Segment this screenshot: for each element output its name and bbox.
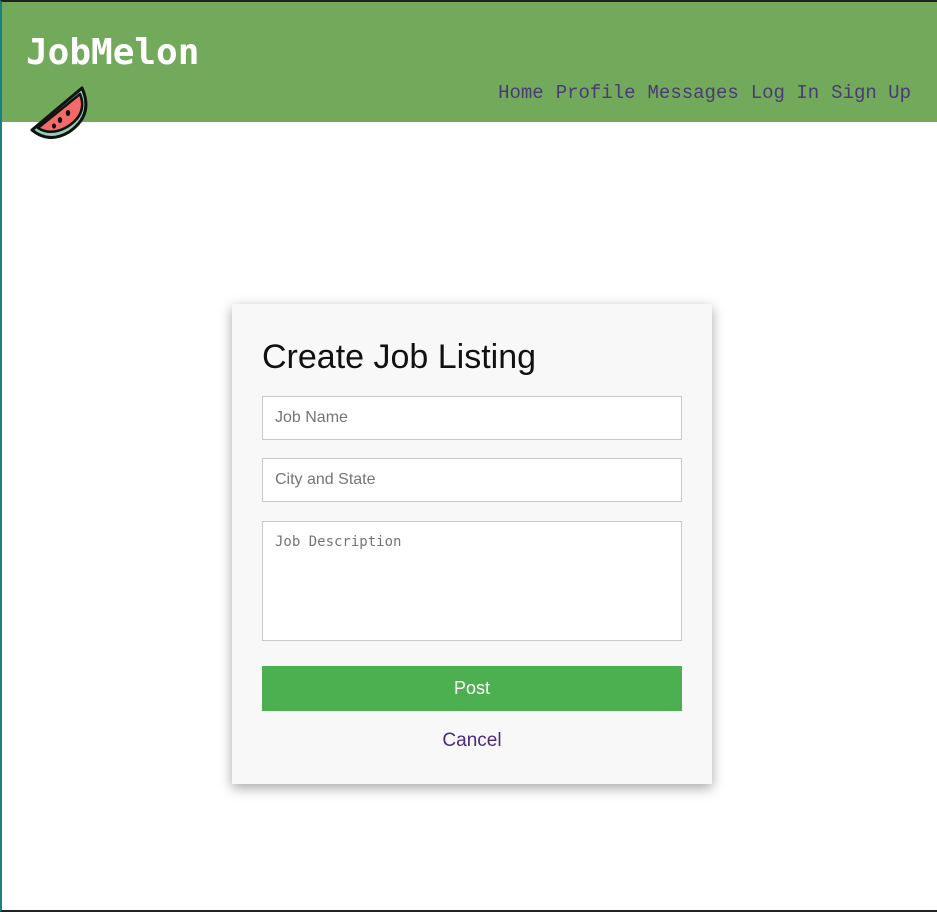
cancel-link[interactable]: Cancel — [232, 730, 712, 752]
page-title: Create Job Listing — [262, 338, 537, 376]
city-state-input[interactable] — [262, 458, 682, 502]
site-header: JobMelon Home Profile Messages Log In Si… — [2, 2, 937, 139]
create-job-card: Create Job Listing Post Cancel — [232, 304, 712, 784]
post-button[interactable]: Post — [262, 666, 682, 711]
job-description-textarea[interactable] — [262, 521, 682, 641]
nav-profile-link[interactable]: Profile — [556, 82, 636, 104]
nav-home-link[interactable]: Home — [498, 82, 544, 104]
brand-title[interactable]: JobMelon — [26, 32, 199, 73]
nav-signup-link[interactable]: Sign Up — [831, 82, 911, 104]
watermelon-icon[interactable] — [24, 80, 90, 142]
main-nav: Home Profile Messages Log In Sign Up — [498, 82, 911, 104]
nav-login-link[interactable]: Log In — [751, 82, 819, 104]
job-name-input[interactable] — [262, 396, 682, 440]
nav-messages-link[interactable]: Messages — [648, 82, 739, 104]
